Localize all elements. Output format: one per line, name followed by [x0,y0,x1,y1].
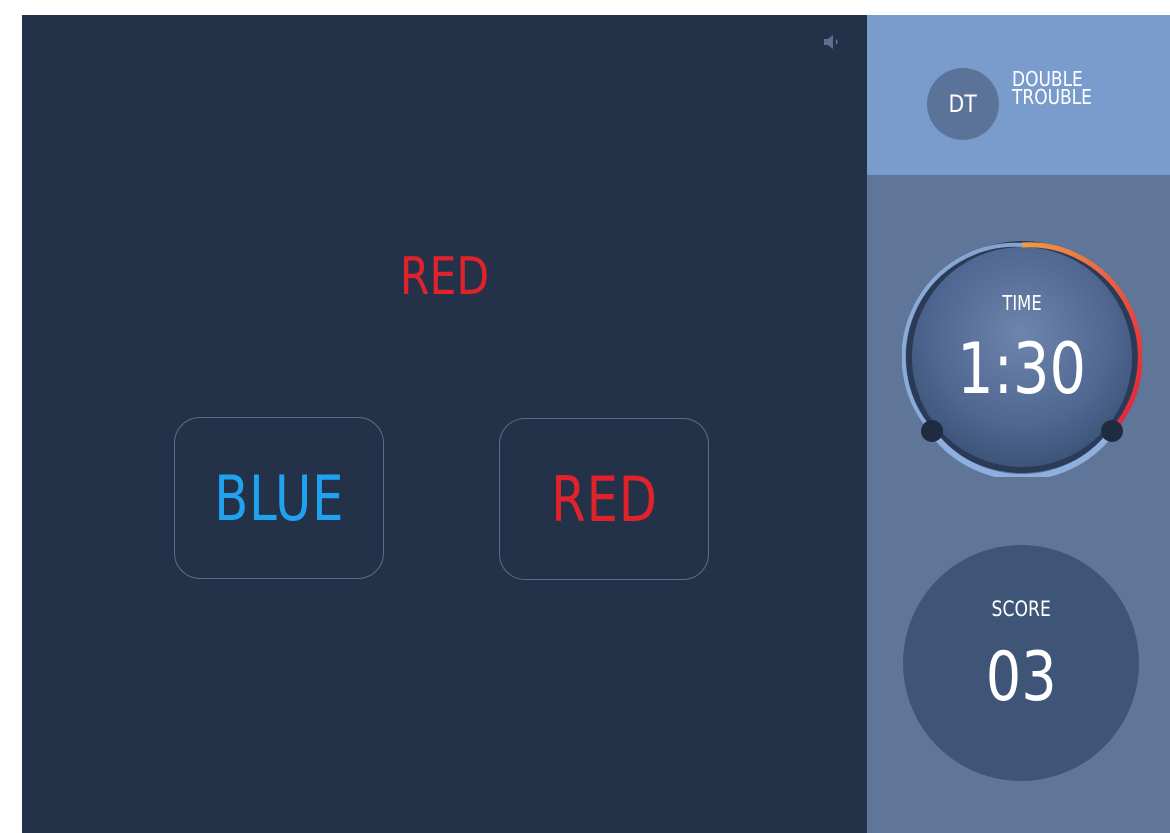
score-label-wrap: SCORE [903,597,1139,621]
score-value-wrap: 03 [903,637,1139,719]
side-panel: DT DOUBLE TROUBLE TIME 1:30 SCORE 03 [867,15,1170,833]
timer-value-wrap: 1:30 [902,327,1142,411]
score-value: 03 [985,638,1057,717]
brand-name: DOUBLE TROUBLE [1012,69,1131,109]
score-label: SCORE [991,597,1051,621]
brand-badge-text: DT [948,90,978,118]
brand-header: DT DOUBLE TROUBLE [867,15,1170,175]
brand-badge: DT [927,68,999,140]
app-root: RED BLUE RED DT DOUBLE TROUBLE TIME 1:30… [0,0,1170,833]
prompt-word: RED [400,247,490,307]
score-display: SCORE 03 [903,545,1139,781]
brand-name-line2: TROUBLE [1012,85,1092,109]
game-area: RED BLUE RED [22,15,867,833]
choice-label-left: BLUE [213,461,345,535]
choice-button-left[interactable]: BLUE [174,417,384,579]
timer-label-wrap: TIME [902,291,1142,315]
timer-dial: TIME 1:30 [902,237,1142,477]
choice-button-right[interactable]: RED [499,418,709,580]
prompt-word-container: RED [340,237,550,317]
choice-label-right: RED [550,462,658,536]
speaker-icon[interactable] [822,33,844,51]
timer-label: TIME [1002,291,1042,315]
timer-value: 1:30 [957,328,1087,410]
